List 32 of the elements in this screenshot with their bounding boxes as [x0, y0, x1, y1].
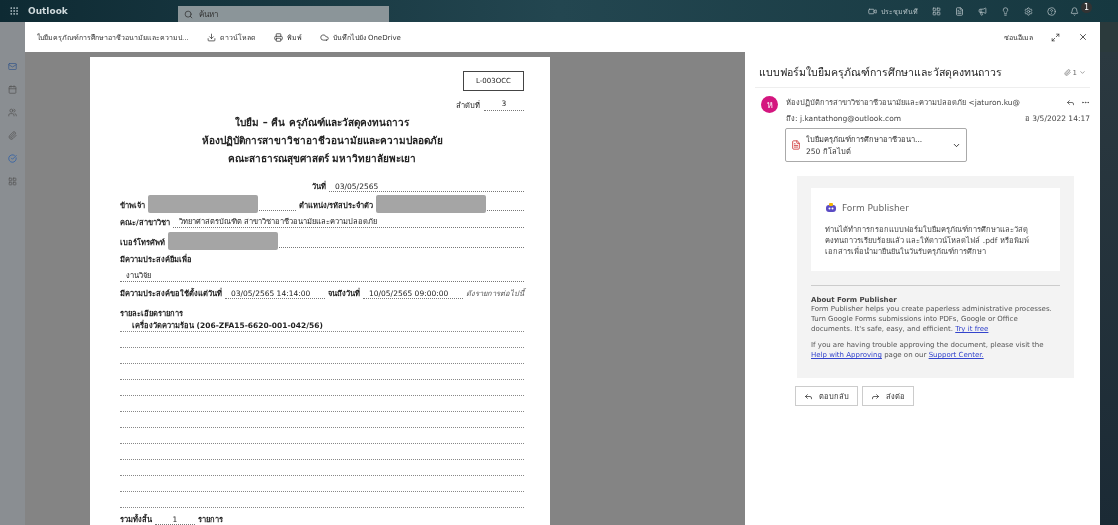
robot-logo-icon: [825, 202, 837, 214]
document-title: ห้องปฏิบัติการสาขาวิชาอาชีวอนามัยและความปลอดภัย: [200, 134, 444, 147]
reply-icon[interactable]: [1066, 97, 1075, 107]
app-name: Outlook: [28, 6, 69, 16]
pdf-file-icon: [791, 140, 801, 150]
pop-out-button[interactable]: [1051, 32, 1060, 42]
document-title: ใบยืม – คืน ครุภัณฑ์และวัสดุคงทนถาวร: [234, 116, 410, 129]
search-field[interactable]: ค้นหา: [178, 6, 389, 22]
bell-icon[interactable]: [1070, 6, 1079, 16]
document-title: คณะสาธารณสุขศาสตร์ มหาวิทยาลัยพะเยา: [226, 152, 418, 165]
download-icon: [206, 32, 216, 42]
paperclip-icon: [1063, 69, 1071, 76]
video-camera-icon: [868, 6, 877, 16]
sender-avatar: ห: [761, 96, 778, 113]
document-icon[interactable]: [955, 6, 964, 16]
brand-name: Form Publisher: [842, 203, 909, 213]
megaphone-icon[interactable]: [978, 6, 987, 16]
notification-badge: 1: [1081, 1, 1092, 13]
forward-icon: [871, 391, 880, 401]
reply-icon: [804, 391, 813, 401]
printer-icon: [273, 32, 283, 42]
lightbulb-icon[interactable]: [1001, 6, 1010, 16]
check-icon[interactable]: [8, 154, 17, 163]
help-icon[interactable]: [1047, 6, 1056, 16]
email-subject: แบบฟอร์มใบยืมครุภัณฑ์การศึกษาและวัสดุคงทนถาวร: [759, 65, 1003, 81]
apps-icon[interactable]: [932, 6, 941, 16]
close-button[interactable]: [1078, 32, 1088, 42]
settings-icon[interactable]: [1024, 6, 1033, 16]
cloud-icon: [319, 32, 329, 42]
search-icon: [184, 9, 193, 19]
chevron-down-icon: [1079, 69, 1086, 76]
paperclip-icon[interactable]: [8, 131, 17, 140]
